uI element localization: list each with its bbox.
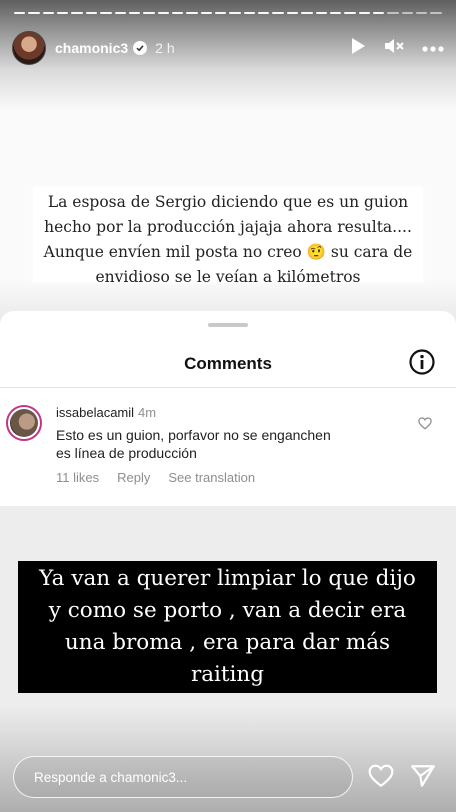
progress-segment (258, 12, 270, 14)
comment-reply-link: Reply (117, 470, 151, 485)
progress-segment (301, 12, 313, 14)
comments-sheet-screenshot: Comments issabelacamil 4m Esto es un guio… (0, 311, 456, 506)
progress-segment (157, 12, 169, 14)
story-header: chamonic3 2 h (12, 30, 444, 66)
progress-segment (128, 12, 141, 14)
progress-segment (416, 12, 428, 14)
sheet-drag-handle (208, 323, 248, 327)
progress-segment (42, 12, 55, 14)
progress-segment (200, 12, 213, 14)
progress-segment (85, 12, 98, 14)
see-translation-link: See translation (168, 470, 256, 485)
verified-badge-icon (133, 41, 148, 55)
progress-segment (329, 12, 342, 14)
progress-segment (71, 12, 83, 14)
caption-line: Aunque envíen mil posta no creo 🤨 su car… (43, 243, 413, 261)
send-icon[interactable] (410, 764, 436, 793)
caption-line: envidioso se le veían a kilómetros (95, 268, 361, 286)
comment-time: 4m (138, 405, 157, 420)
comment-text: Esto es un guion, porfavor no se enganch… (56, 426, 386, 462)
info-icon (408, 348, 436, 381)
progress-segment (186, 12, 198, 14)
play-icon[interactable] (350, 37, 366, 60)
banner-line: raiting (190, 662, 265, 687)
story-frame: chamonic3 2 h La esposa de Sergio dicien… (0, 0, 456, 812)
comment-actions: 11 likes Reply See translation (56, 470, 255, 485)
banner-line: y como se porto , van a decir era (48, 598, 407, 623)
progress-segment (315, 12, 327, 14)
reply-placeholder: Responde a chamonic3... (34, 769, 188, 785)
story-username[interactable]: chamonic3 (55, 40, 128, 56)
story-caption: La esposa de Sergio diciendo que es un g… (33, 187, 423, 286)
progress-segment (143, 12, 155, 14)
progress-segment (372, 12, 385, 14)
story-timestamp: 2 h (155, 40, 175, 56)
progress-segment (215, 12, 227, 14)
progress-segment (286, 12, 299, 14)
divider (0, 387, 456, 388)
comment-text-line: es línea de producción (56, 445, 197, 461)
caption-line: hecho por la producción jajaja ahora res… (44, 218, 412, 236)
mute-icon[interactable] (384, 37, 404, 60)
progress-segment (401, 12, 414, 14)
comment-text-line: Esto es un guion, porfavor no se enganch… (56, 427, 331, 443)
progress-segment (114, 12, 126, 14)
progress-segment (229, 12, 241, 14)
comment-username: issabelacamil (56, 405, 135, 420)
commenter-avatar (6, 405, 42, 441)
more-icon[interactable] (422, 39, 444, 57)
caption-line: La esposa de Sergio diciendo que es un g… (47, 193, 409, 211)
progress-segment (387, 12, 399, 14)
banner-line: una broma , era para dar más (64, 630, 391, 655)
progress-segment (344, 12, 356, 14)
progress-segment (358, 12, 370, 14)
story-text-banner: Ya van a querer limpiar lo que dijo y co… (18, 561, 437, 693)
banner-line: Ya van a querer limpiar lo que dijo (39, 566, 416, 591)
comment-header: issabelacamil 4m (56, 405, 156, 420)
progress-segment (430, 12, 442, 14)
progress-segment (100, 12, 112, 14)
comment-likes: 11 likes (56, 470, 100, 485)
progress-segment (57, 12, 69, 14)
progress-segment (243, 12, 256, 14)
sheet-title: Comments (184, 354, 272, 373)
heart-icon[interactable] (368, 764, 394, 793)
progress-segment (28, 12, 40, 14)
progress-segment (14, 12, 26, 14)
comment-heart-icon (418, 417, 432, 435)
reply-input[interactable]: Responde a chamonic3... (13, 756, 353, 798)
story-progress-bar (14, 12, 442, 18)
avatar[interactable] (12, 31, 46, 65)
progress-segment (272, 12, 284, 14)
progress-segment (171, 12, 184, 14)
